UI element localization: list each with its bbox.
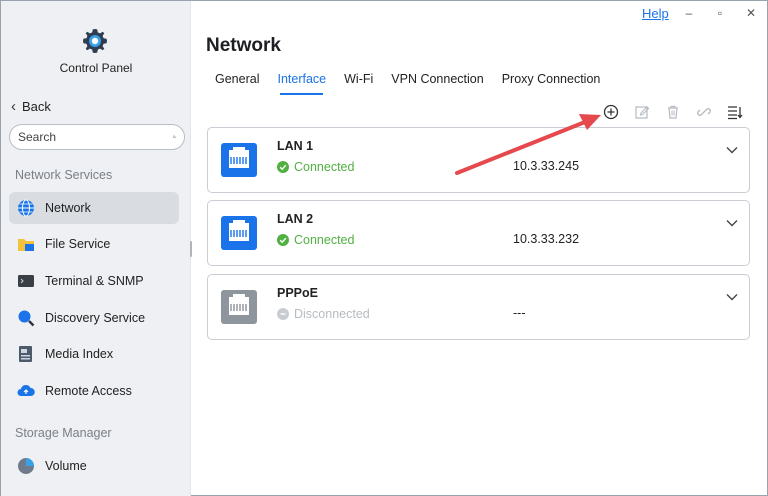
status-label: Connected <box>294 160 355 174</box>
terminal-icon <box>18 275 34 287</box>
search-box[interactable] <box>9 124 185 150</box>
sidebar-item-terminal-snmp[interactable]: Terminal & SNMP <box>9 265 179 297</box>
ethernet-port-icon <box>221 143 257 177</box>
interface-name: LAN 1 <box>277 139 314 153</box>
ethernet-port-icon <box>221 216 257 250</box>
interface-card-lan1[interactable]: LAN 1 Connected 10.3.33.245 <box>207 127 750 193</box>
delete-icon <box>668 105 678 119</box>
pie-icon <box>18 458 34 474</box>
sidebar-item-label: Terminal & SNMP <box>45 274 144 288</box>
cloud-icon <box>17 384 35 396</box>
folder-icon <box>18 239 34 251</box>
sidebar-item-label: Discovery Service <box>45 311 146 325</box>
sidebar-scrollbar[interactable] <box>190 241 192 257</box>
status-label: Disconnected <box>294 307 370 321</box>
tab-proxy-connection[interactable]: Proxy Connection <box>493 72 610 95</box>
add-circle-icon <box>603 104 619 120</box>
ip-address: 10.3.33.245 <box>513 159 580 173</box>
sidebar-item-label: Remote Access <box>45 384 132 398</box>
tab-general[interactable]: General <box>206 72 268 95</box>
app-title: Control Panel <box>59 61 133 75</box>
control-panel-window: Control Panel ‹ Back Network Services Ne… <box>0 0 768 496</box>
interface-toolbar <box>601 103 745 121</box>
tab-bar: General Interface Wi-Fi VPN Connection P… <box>206 72 609 95</box>
delete-button[interactable] <box>663 103 683 121</box>
sidebar-item-volume[interactable]: Volume <box>9 450 179 482</box>
sidebar-item-label: Network <box>45 201 91 215</box>
edit-icon <box>635 106 650 119</box>
ip-address: --- <box>513 306 526 320</box>
section-network-services: Network Services <box>15 168 113 182</box>
tab-interface[interactable]: Interface <box>268 72 335 95</box>
sidebar-item-label: File Service <box>45 237 111 251</box>
sidebar-item-file-service[interactable]: File Service <box>9 228 179 260</box>
check-circle-icon <box>277 161 289 173</box>
add-button[interactable] <box>601 103 621 121</box>
tab-wifi[interactable]: Wi-Fi <box>335 72 382 95</box>
minimize-button[interactable]: – <box>679 5 699 21</box>
minus-circle-icon <box>277 308 289 320</box>
interface-status: Connected <box>277 160 354 174</box>
chevron-left-icon: ‹ <box>11 98 16 115</box>
edit-button[interactable] <box>632 103 652 121</box>
interface-status: Disconnected <box>277 307 370 321</box>
sidebar-item-label: Volume <box>45 459 87 473</box>
tab-vpn-connection[interactable]: VPN Connection <box>382 72 492 95</box>
chevron-down-icon[interactable] <box>725 216 739 230</box>
ip-address: 10.3.33.232 <box>513 232 580 246</box>
sidebar-item-discovery-service[interactable]: Discovery Service <box>9 302 179 334</box>
interface-card-lan2[interactable]: LAN 2 Connected 10.3.33.232 <box>207 200 750 266</box>
check-circle-icon <box>277 234 289 246</box>
globe-icon <box>18 199 34 217</box>
ethernet-port-icon <box>221 290 257 324</box>
link-button[interactable] <box>694 103 714 121</box>
interface-name: PPPoE <box>277 286 318 300</box>
close-button[interactable]: ✕ <box>741 5 761 21</box>
chevron-down-icon[interactable] <box>725 290 739 304</box>
sidebar-item-label: Media Index <box>45 347 114 361</box>
sort-button[interactable] <box>725 103 745 121</box>
page-title: Network <box>206 35 281 56</box>
sidebar-item-media-index[interactable]: Media Index <box>9 338 179 370</box>
search-input[interactable] <box>18 130 173 144</box>
gear-icon <box>83 29 107 53</box>
sidebar-item-remote-access[interactable]: Remote Access <box>9 375 179 407</box>
media-index-icon <box>19 346 32 362</box>
interface-status: Connected <box>277 233 354 247</box>
sidebar: Control Panel ‹ Back Network Services Ne… <box>1 1 192 496</box>
maximize-button[interactable]: ▫ <box>710 5 730 21</box>
magnifier-icon <box>18 310 35 327</box>
status-label: Connected <box>294 233 355 247</box>
search-icon[interactable] <box>173 129 176 145</box>
sidebar-item-network[interactable]: Network <box>9 192 179 224</box>
interface-card-pppoe[interactable]: PPPoE Disconnected --- <box>207 274 750 340</box>
help-link[interactable]: Help <box>642 6 669 21</box>
section-storage-manager: Storage Manager <box>15 426 112 440</box>
back-button[interactable]: ‹ Back <box>11 98 51 115</box>
back-label: Back <box>22 99 51 114</box>
chevron-down-icon[interactable] <box>725 143 739 157</box>
interface-name: LAN 2 <box>277 212 314 226</box>
link-icon <box>697 108 711 116</box>
sort-icon <box>728 106 743 120</box>
